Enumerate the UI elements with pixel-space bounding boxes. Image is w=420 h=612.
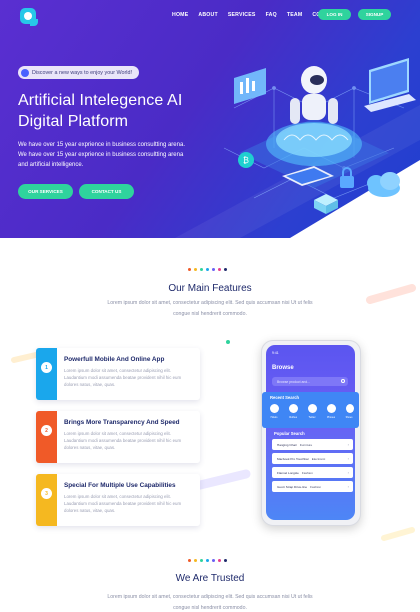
list-item[interactable]: Gucci Strap Drive-line Fashion ›	[272, 481, 353, 492]
feature-3-number: 3	[41, 488, 52, 499]
feature-3-text: Lorem ipsum dolor sit amet, consectetur …	[64, 494, 182, 513]
hero-title-line-2: Digital Platform	[18, 113, 129, 130]
feature-card-2[interactable]: 2 Brings More Transparency And Speed Lor…	[36, 411, 200, 463]
hero-description: We have over 15 year exprience in busine…	[18, 142, 185, 168]
recent-label: Shoes	[345, 416, 353, 419]
recent-label: Phones	[326, 416, 336, 419]
search-icon	[341, 379, 345, 383]
recent-label: Hotels	[270, 416, 278, 419]
announcement-text: Discover a new ways to enjoy your World!	[32, 69, 132, 76]
list-item[interactable]: Hanging Chair Furniture ›	[272, 439, 353, 450]
phone-popular-title: Popular Search	[274, 431, 305, 436]
login-button[interactable]: LOG IN	[318, 9, 351, 20]
feature-2-text: Lorem ipsum dolor sit amet, consectetur …	[64, 431, 182, 450]
phone-time: 9:41	[272, 351, 279, 355]
phone-popular-list: Hanging Chair Furniture › Macbook Pro Touc…	[272, 439, 353, 495]
ai-robot-illustration: ₿	[223, 58, 416, 214]
chevron-right-icon: ›	[347, 456, 349, 461]
nav-team[interactable]: TEAM	[287, 12, 303, 18]
list-item[interactable]: Flannel Longsle Fashion ›	[272, 467, 353, 478]
feature-3-title: Special For Multiple Use Capabilities	[64, 482, 176, 489]
shoes-icon[interactable]	[346, 404, 354, 413]
feature-1-number: 1	[41, 362, 52, 373]
hero-section: HOME ABOUT SERVICES FAQ TEAM CONTACT LOG…	[0, 0, 420, 238]
signup-button[interactable]: SIGNUP	[358, 9, 391, 20]
feature-card-1[interactable]: 1 Powerfull Mobile And Online App Lorem …	[36, 348, 200, 400]
announcement-pill[interactable]: Discover a new ways to enjoy your World!	[18, 66, 139, 79]
hero-title-line-1: Artificial Intelegence AI	[18, 92, 183, 109]
feature-1-title: Powerfull Mobile And Online App	[64, 356, 165, 363]
chevron-right-icon: ›	[347, 484, 349, 489]
recent-label: Twitter	[308, 416, 316, 419]
nav-services[interactable]: SERVICES	[228, 12, 256, 18]
trusted-title: We Are Trusted	[175, 573, 245, 584]
phone-screen: 9:41 Browse Browse product and... Popula…	[266, 345, 355, 520]
feature-1-accent	[36, 348, 57, 400]
phone-browse-title: Browse	[272, 365, 294, 371]
trusted-dots-divider	[188, 559, 227, 562]
phone-mockup: 9:41 Browse Browse product and... Popula…	[261, 340, 361, 526]
feature-3-accent	[36, 474, 57, 526]
chevron-right-icon: ›	[347, 470, 349, 475]
feature-1-text: Lorem ipsum dolor sit amet, consectetur …	[64, 368, 182, 387]
feature-2-accent	[36, 411, 57, 463]
twitter-icon[interactable]	[308, 404, 317, 413]
recent-search-title: Recent Search	[270, 395, 300, 400]
feature-card-3[interactable]: 3 Special For Multiple Use Capabilities …	[36, 474, 200, 526]
contact-us-button[interactable]: CONTACT US	[79, 184, 134, 199]
recent-label: Clothes	[288, 416, 298, 419]
recent-search-panel: Recent Search Hotels Clothes Twitter Pho…	[262, 392, 360, 428]
svg-text:₿: ₿	[243, 156, 249, 165]
phone-search-input[interactable]: Browse product and...	[272, 377, 348, 386]
our-services-button[interactable]: OUR SERVICES	[18, 184, 73, 199]
sparkle-icon	[21, 68, 29, 77]
nav-faq[interactable]: FAQ	[266, 12, 277, 18]
list-item[interactable]: Macbook Pro Touchbar Electronic ›	[272, 453, 353, 464]
hotel-icon[interactable]	[270, 404, 279, 413]
clothes-icon[interactable]	[289, 404, 298, 413]
feature-2-title: Brings More Transparency And Speed	[64, 419, 180, 426]
trusted-subtitle: Lorem ipsum dolor sit amet, consectetur …	[107, 594, 313, 611]
feature-2-number: 2	[41, 425, 52, 436]
nav-about[interactable]: ABOUT	[198, 12, 217, 18]
nav-home[interactable]: HOME	[172, 12, 188, 18]
chevron-right-icon: ›	[347, 442, 349, 447]
phone-icon[interactable]	[327, 404, 336, 413]
